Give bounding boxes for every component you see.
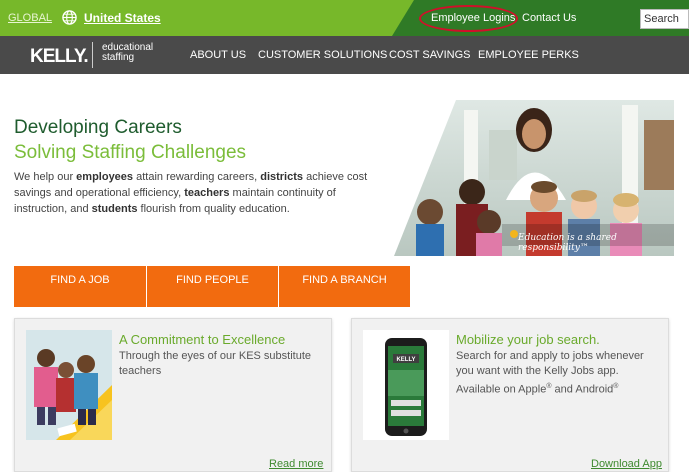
excellence-card: A Commitment to Excellence Through the e… <box>14 318 332 472</box>
nav-cost-savings[interactable]: COST SAVINGS <box>389 49 471 61</box>
hero-text-i: flourish from quality education. <box>137 203 290 215</box>
mobile-card-text-2: you want with the Kelly Jobs app. <box>456 365 619 377</box>
country-link[interactable]: United States <box>84 11 161 25</box>
nav-about-us[interactable]: ABOUT US <box>190 49 246 61</box>
registered-mark-android: ® <box>613 383 619 390</box>
students-photo[interactable] <box>26 330 112 440</box>
hero-subtitle: Solving Staffing Challenges <box>14 142 247 163</box>
available-android: and Android <box>551 383 614 396</box>
mobile-app-card: KELLY Mobilize your job search. Search f… <box>351 318 669 472</box>
logo-subtitle: educational staffing <box>102 43 153 63</box>
kelly-logo[interactable]: KELLY. <box>30 46 89 68</box>
search-input[interactable]: Search <box>640 9 689 29</box>
find-people-button[interactable]: FIND PEOPLE <box>147 266 278 307</box>
download-app-link[interactable]: Download App <box>591 458 662 470</box>
hero-tagline: Education is a shared responsibility™ <box>518 233 617 253</box>
hero-text-students: students <box>91 203 138 215</box>
nav-employee-perks[interactable]: EMPLOYEE PERKS <box>478 49 579 61</box>
find-branch-button[interactable]: FIND A BRANCH <box>279 266 410 307</box>
nav-customer-solutions[interactable]: CUSTOMER SOLUTIONS <box>258 49 387 61</box>
globe-icon <box>62 10 77 25</box>
contact-us-link[interactable]: Contact Us <box>522 12 576 24</box>
find-job-button[interactable]: FIND A JOB <box>14 266 146 307</box>
global-link[interactable]: GLOBAL <box>8 12 52 24</box>
phone-logo-text: KELLY <box>396 357 415 363</box>
excellence-card-text-1: Through the eyes of our KES substitute <box>119 350 312 362</box>
hero-description: We help our employees attain rewarding c… <box>14 169 386 217</box>
phone-app-image[interactable]: KELLY <box>363 330 449 440</box>
mobile-card-title[interactable]: Mobilize your job search. <box>456 332 600 347</box>
utility-slant <box>392 0 414 36</box>
hero-text-a: We help our <box>14 171 77 183</box>
read-more-link[interactable]: Read more <box>269 458 323 470</box>
hero-text-c: attain rewarding careers, <box>133 171 261 183</box>
main-nav: KELLY. educational staffing ABOUT US CUS… <box>0 36 689 74</box>
highlight-oval <box>419 5 518 32</box>
excellence-card-text-2: teachers <box>119 365 162 377</box>
utility-bar: GLOBAL United States Employee Logins Con… <box>0 0 689 36</box>
excellence-card-title[interactable]: A Commitment to Excellence <box>119 332 285 347</box>
mobile-card-text-3: Available on Apple® and Android® <box>456 379 618 398</box>
hero-text-districts: districts <box>260 171 304 183</box>
logo-subtitle-line2: staffing <box>102 52 135 63</box>
logo-divider <box>92 42 93 68</box>
hero-text-teachers: teachers <box>184 187 230 199</box>
hero-title: Developing Careers <box>14 117 182 138</box>
mobile-card-text-1: Search for and apply to jobs whenever <box>456 350 644 362</box>
available-apple: Available on Apple <box>456 383 547 396</box>
hero-text-employees: employees <box>76 171 134 183</box>
